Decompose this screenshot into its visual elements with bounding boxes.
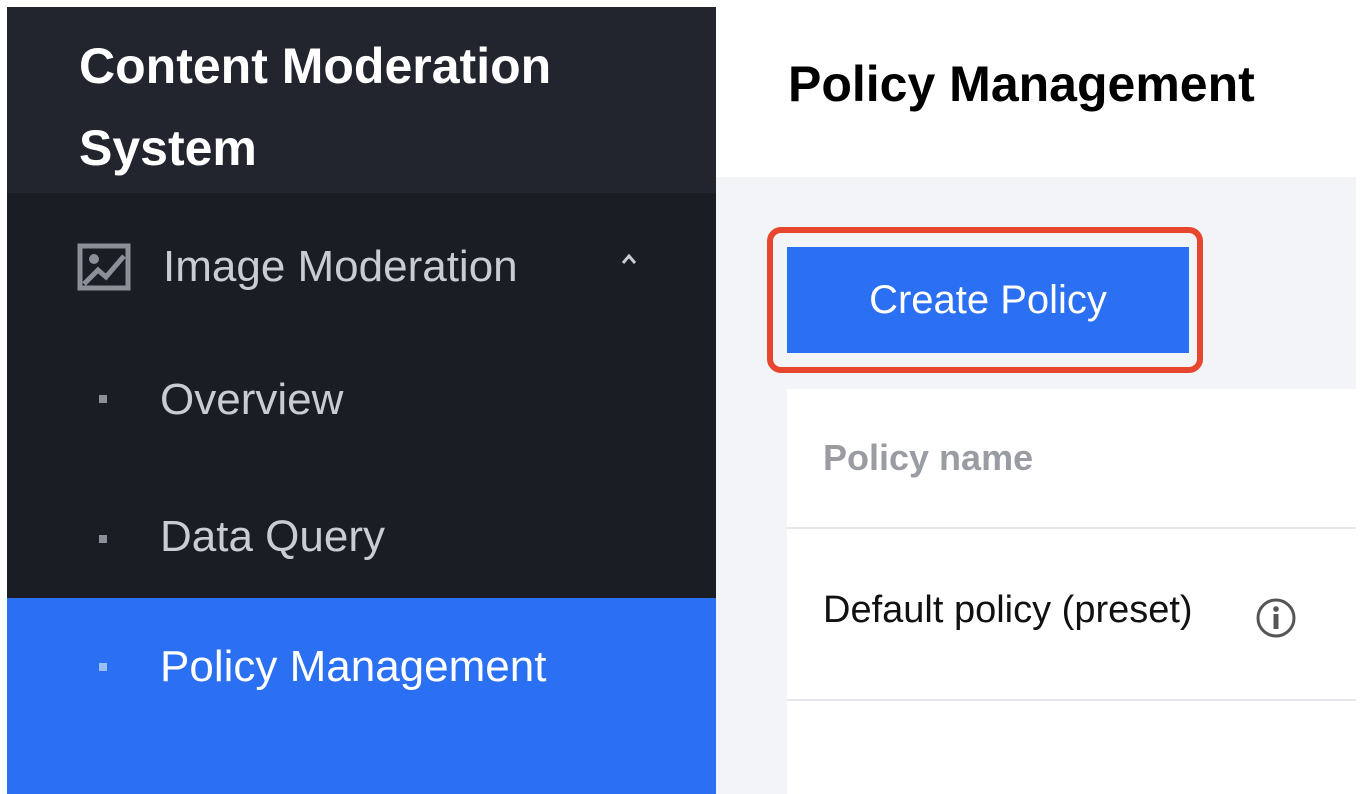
sidebar-item-data-query[interactable]: Data Query: [7, 502, 716, 582]
sidebar-header: Content Moderation System: [7, 7, 716, 193]
page-header: Policy Management: [716, 7, 1356, 177]
sidebar: Content Moderation System Image Moderati…: [7, 7, 716, 794]
sidebar-item-overview[interactable]: Overview: [7, 362, 716, 442]
bullet-icon: [99, 535, 107, 543]
create-policy-button[interactable]: Create Policy: [787, 247, 1189, 353]
page-title: Policy Management: [788, 56, 1255, 112]
policy-table: Policy name Default policy (preset): [787, 389, 1356, 794]
sidebar-group-label: Image Moderation: [163, 242, 518, 291]
info-icon[interactable]: [1255, 597, 1297, 639]
sidebar-item-label: Policy Management: [160, 642, 547, 691]
table-header: Policy name: [787, 389, 1356, 529]
sidebar-item-policy-management[interactable]: Policy Management: [7, 598, 716, 794]
image-icon: [77, 243, 131, 291]
sidebar-item-label: Overview: [160, 375, 344, 424]
bullet-icon: [99, 663, 107, 671]
bullet-icon: [99, 395, 107, 403]
chevron-up-icon[interactable]: [617, 247, 641, 271]
app-title: Content Moderation System: [79, 38, 552, 176]
table-row: Default policy (preset): [787, 531, 1356, 701]
column-header-policy-name: Policy name: [823, 437, 1034, 478]
sidebar-group-image-moderation[interactable]: Image Moderation: [7, 225, 716, 305]
app-window: Content Moderation System Image Moderati…: [7, 7, 1356, 794]
sidebar-item-label: Data Query: [160, 512, 385, 561]
policy-name-cell: Default policy (preset): [823, 589, 1193, 631]
